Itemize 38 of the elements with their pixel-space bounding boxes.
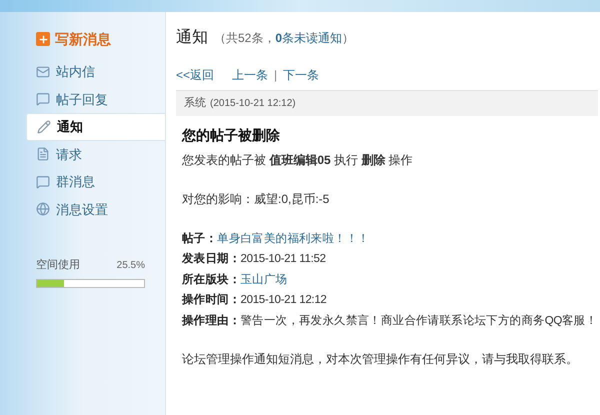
field-label: 操作时间： — [182, 292, 241, 308]
message-time: (2015-10-21 12:12) — [210, 97, 296, 111]
sidebar-item[interactable]: 群消息 — [26, 168, 165, 196]
storage-label: 空间使用 — [36, 258, 80, 273]
field-label: 操作理由： — [182, 313, 241, 329]
previous-link[interactable]: 上一条 — [232, 66, 268, 84]
sidebar-item[interactable]: 通知 — [26, 113, 165, 140]
pencil-icon — [37, 120, 51, 134]
next-link[interactable]: 下一条 — [283, 66, 320, 84]
back-link[interactable]: <<返回 — [176, 66, 214, 84]
message-body: 您发表的帖子被 值班编辑05 执行 删除 操作 — [182, 152, 414, 169]
nav-separator: | — [274, 67, 278, 84]
field-link[interactable]: 玉山广场 — [240, 272, 288, 289]
field-label: 帖子： — [182, 231, 218, 247]
sidebar-item[interactable]: 帖子回复 — [26, 86, 165, 113]
impact-text: 对您的影响：威望:0,昆币:-5 — [182, 191, 330, 208]
field-value: 2015-10-21 12:12 — [240, 293, 327, 308]
compose-button[interactable]: 写新消息 — [36, 28, 111, 50]
speech-bubble-icon — [36, 174, 50, 189]
sidebar-item[interactable]: 消息设置 — [26, 196, 165, 223]
message-subject: 您的帖子被删除 — [182, 126, 281, 145]
sidebar-item[interactable]: 请求 — [26, 140, 165, 168]
storage-reading: 25.5% — [116, 258, 145, 273]
field-value: 2015-10-21 11:52 — [240, 252, 326, 268]
document-icon — [36, 147, 50, 162]
speech-bubble-icon — [36, 92, 50, 106]
field-link[interactable]: 单身白富美的福利来啦！！！ — [217, 230, 370, 248]
field-label: 所在版块： — [182, 272, 241, 288]
sender-label: 系统 — [184, 96, 206, 112]
envelope-icon — [36, 64, 50, 79]
field-label: 发表日期： — [182, 251, 241, 268]
sidebar-item[interactable]: 站内信 — [26, 58, 165, 86]
globe-icon — [36, 202, 50, 216]
plus-icon — [36, 32, 50, 46]
footer-note: 论坛管理操作通知短消息，对本次管理操作有任何异议，请与我取得联系。 — [182, 350, 579, 368]
notice-count: （共52条，0条未读通知） — [214, 30, 354, 47]
field-value: 警告一次，再发永久禁言！商业合作请联系论坛下方的商务QQ客服！ — [240, 313, 598, 329]
page-title: 通知 — [176, 28, 208, 48]
